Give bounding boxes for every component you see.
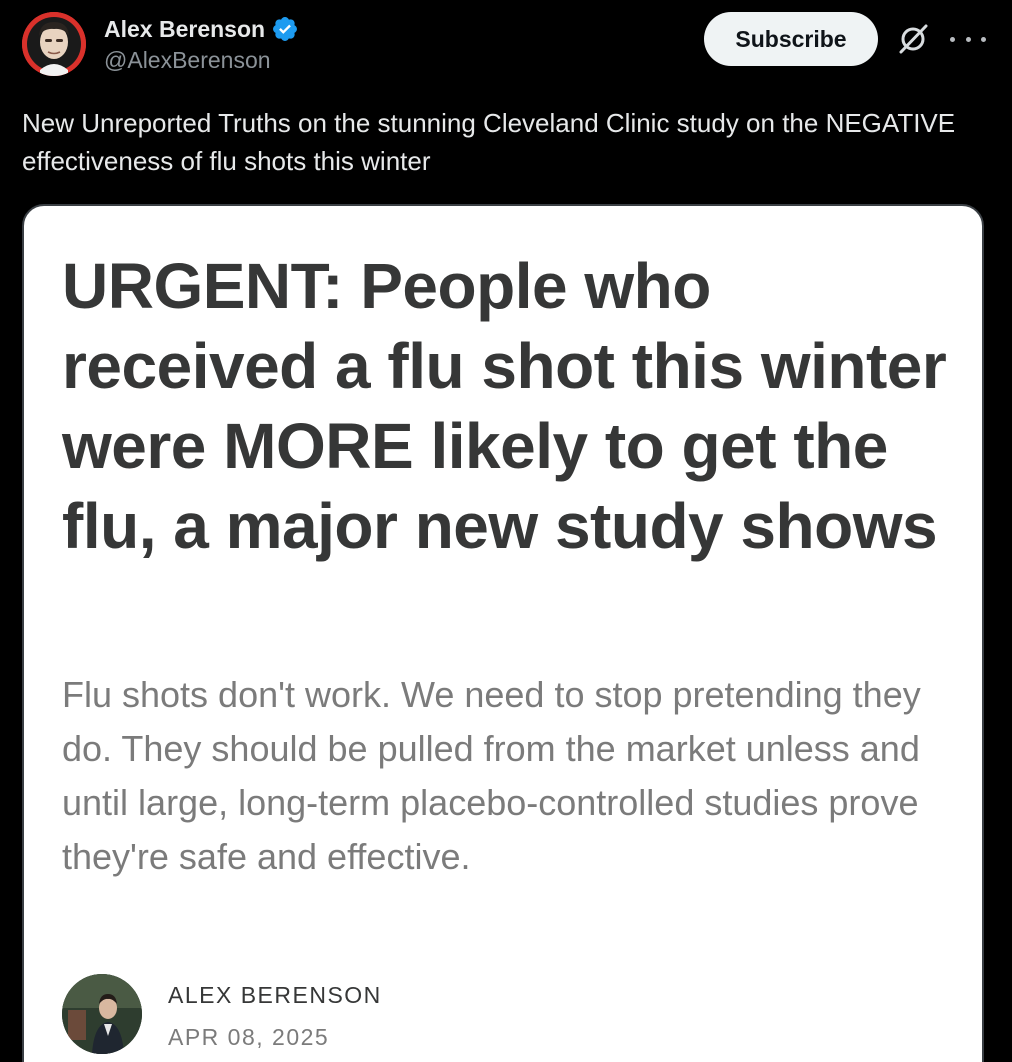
author-display-name[interactable]: Alex Berenson [104,16,265,43]
card-subtitle: Flu shots don't work. We need to stop pr… [62,674,921,877]
tweet-header: Alex Berenson @AlexBerenson Subscribe [20,10,992,80]
more-options-icon[interactable] [950,22,986,56]
tweet-view: Alex Berenson @AlexBerenson Subscribe Ne… [0,0,1012,1062]
author-avatar[interactable] [22,12,86,76]
author-handle[interactable]: @AlexBerenson [104,47,299,74]
name-row: Alex Berenson [104,14,299,44]
more-dot [981,36,986,42]
grok-icon[interactable] [896,22,930,56]
more-dot [965,36,971,42]
avatar-image [22,12,86,76]
card-author-avatar [62,974,142,1054]
link-preview-card[interactable]: URGENT: People who received a flu shot t… [22,204,984,1062]
verified-badge-icon[interactable] [271,15,299,43]
card-title: URGENT: People who received a flu shot t… [62,250,947,562]
more-dot [950,36,955,42]
card-post-date: APR 08, 2025 [168,1024,330,1050]
card-avatar-image [62,974,142,1054]
subscribe-button[interactable]: Subscribe [704,12,878,66]
tweet-text: New Unreported Truths on the stunning Cl… [22,108,956,176]
card-author-name: ALEX BERENSON [168,982,382,1008]
author-info: Alex Berenson @AlexBerenson [104,14,299,74]
